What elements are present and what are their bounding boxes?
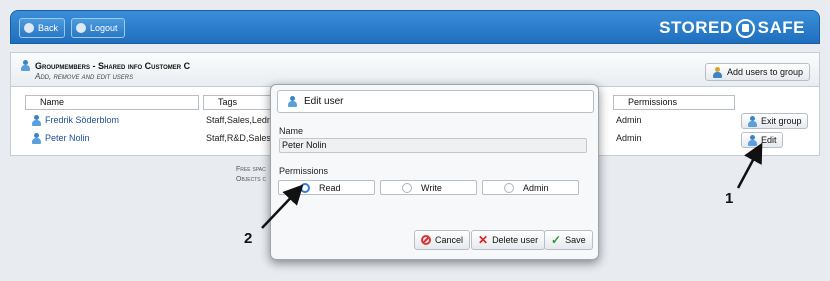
arrow-to-edit <box>736 142 763 189</box>
callout-1: 1 <box>725 190 734 207</box>
callout-2: 2 <box>244 230 253 247</box>
arrow-to-read <box>261 184 304 229</box>
callout-arrows <box>261 142 763 229</box>
